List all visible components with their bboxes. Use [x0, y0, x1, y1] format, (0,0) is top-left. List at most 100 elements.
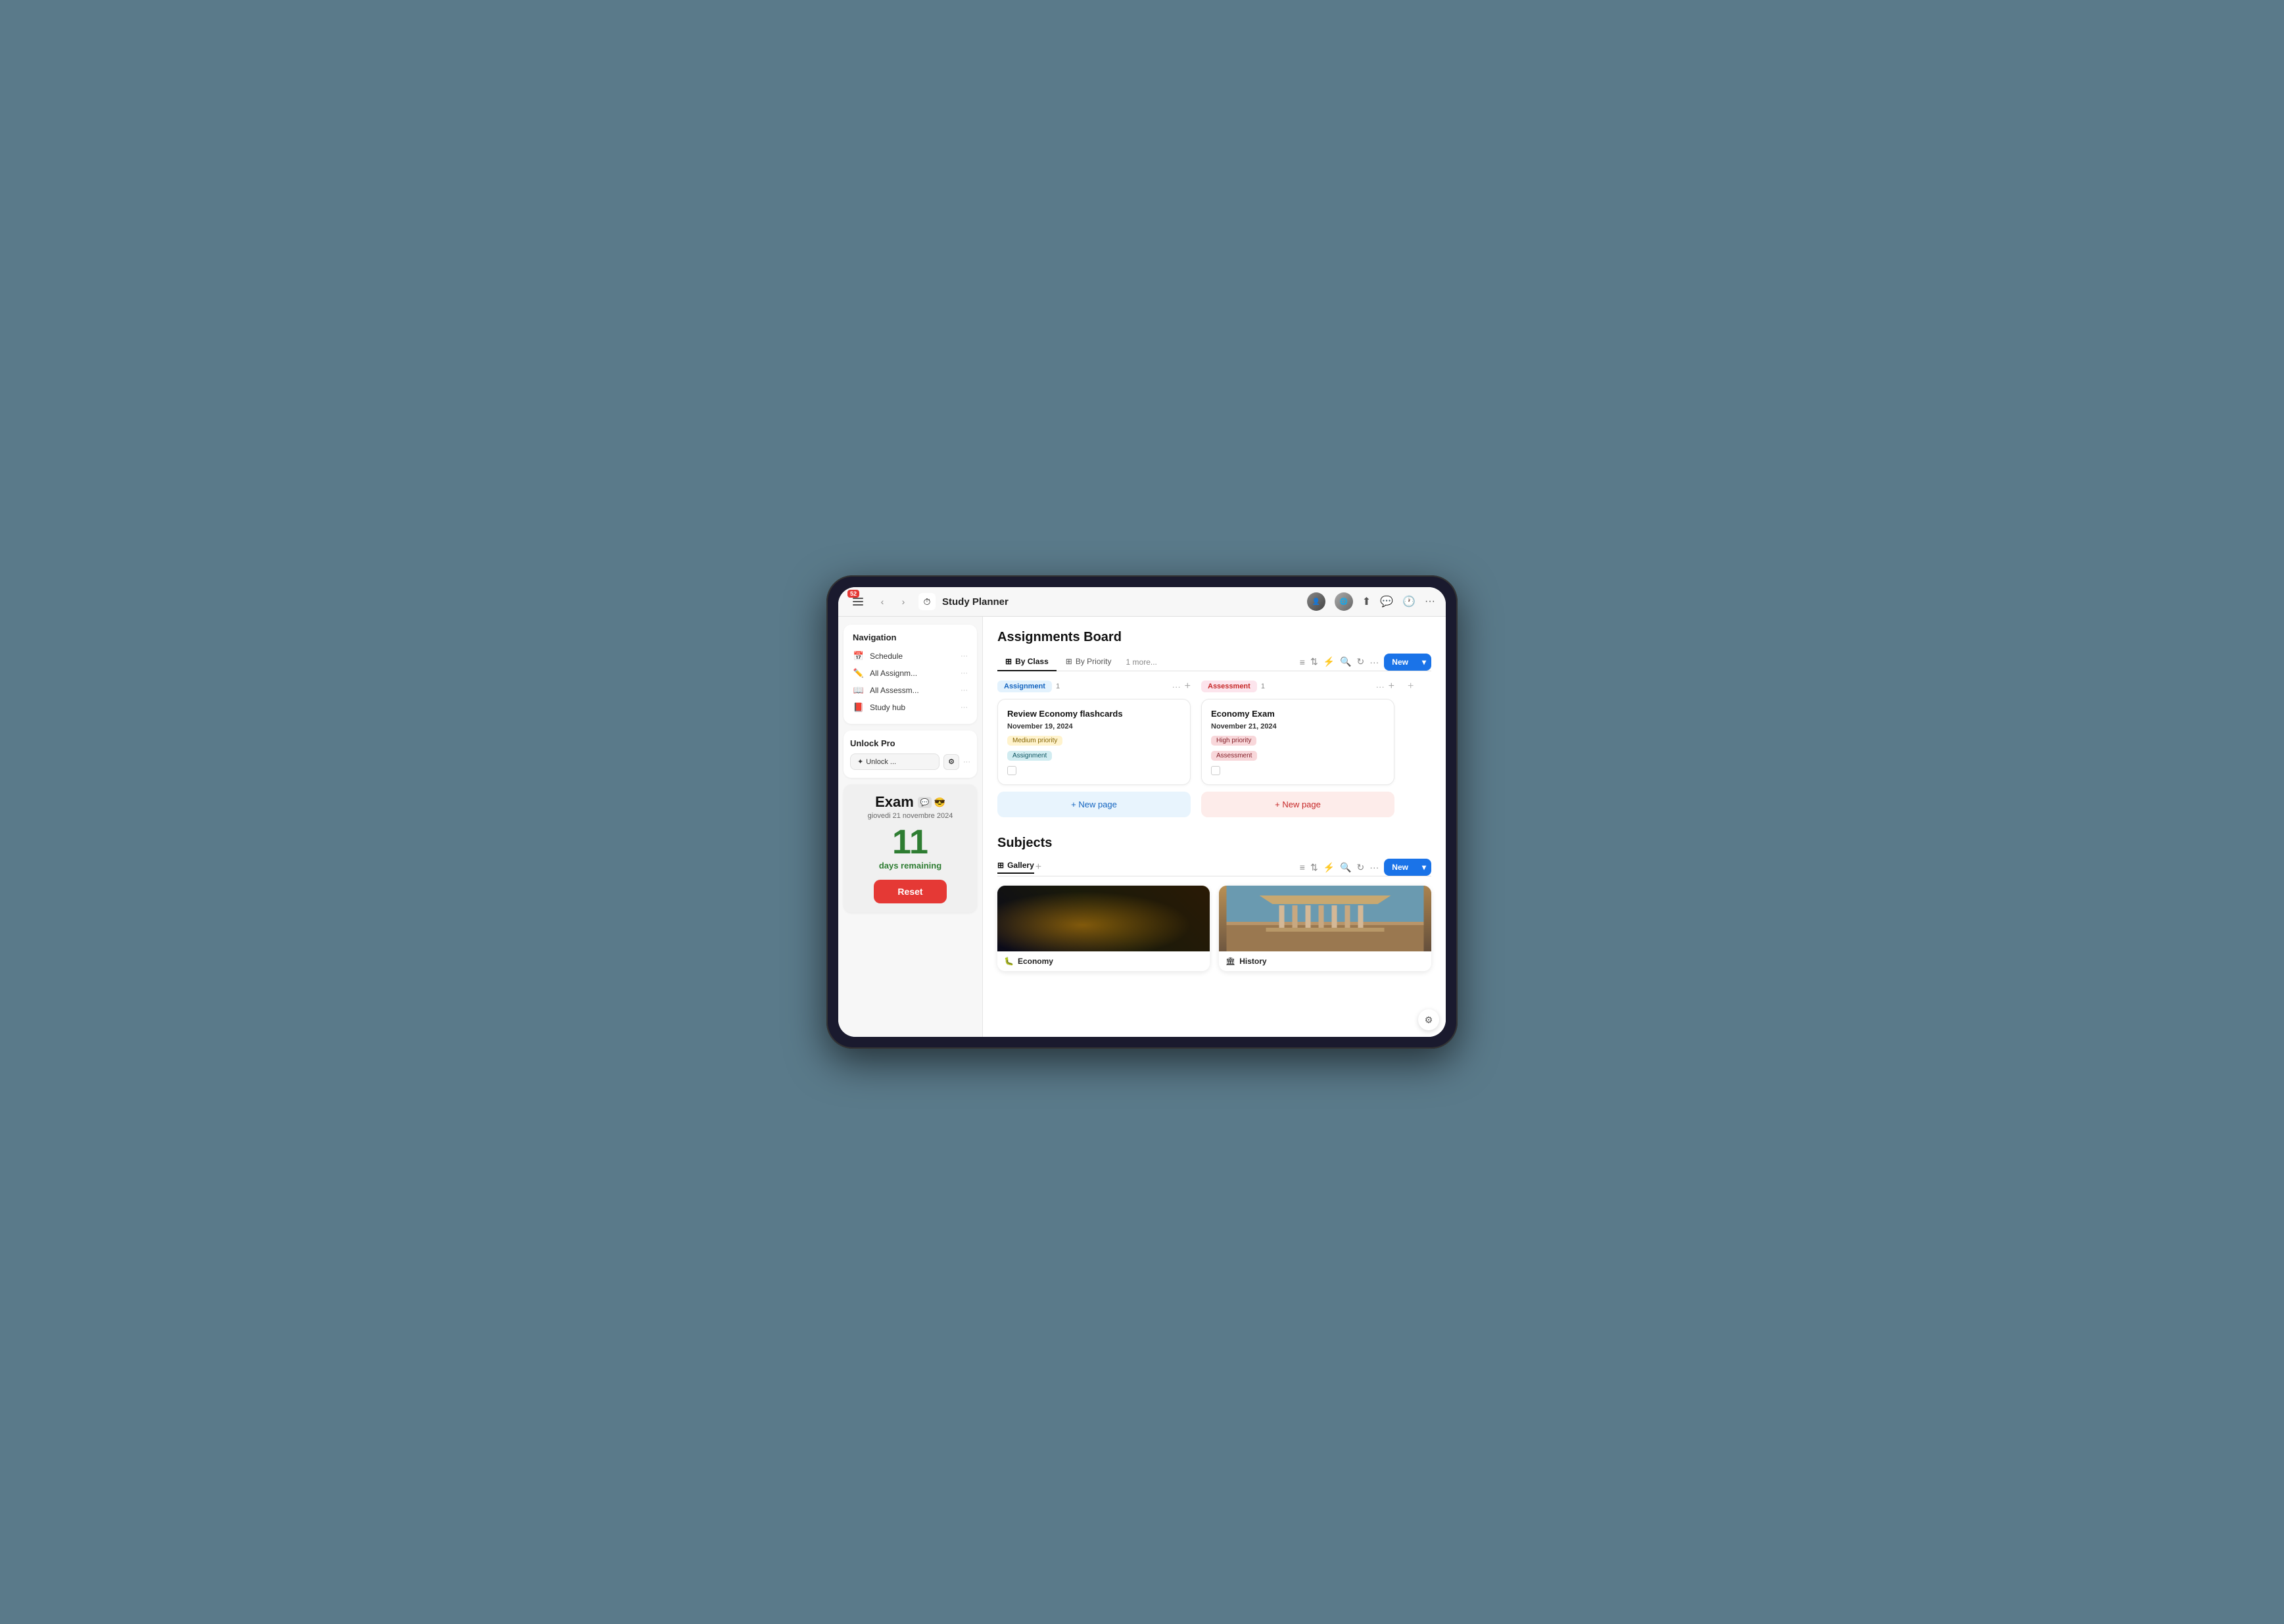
- assignment-icon: ✏️: [853, 668, 865, 679]
- app-icon: ⏱: [918, 593, 936, 610]
- exam-label: days remaining: [850, 861, 970, 871]
- unlock-button[interactable]: ✦ Unlock ...: [850, 753, 940, 770]
- reset-button[interactable]: Reset: [874, 880, 946, 903]
- history-name: History: [1239, 957, 1266, 966]
- sidebar-item-assignments[interactable]: ✏️ All Assignm... ···: [850, 665, 970, 682]
- new-page-button-assessment[interactable]: + New page: [1201, 792, 1394, 817]
- col-add-icon[interactable]: +: [1185, 681, 1191, 692]
- table-icon-2: ⊞: [1066, 657, 1072, 666]
- sidebar-item-studyhub[interactable]: 📕 Study hub ···: [850, 699, 970, 716]
- economy-card-label: 🐛 Economy: [997, 951, 1210, 971]
- subjects-chevron-down-icon[interactable]: ▾: [1417, 859, 1431, 876]
- sort-icon-2[interactable]: ⇅: [1310, 862, 1318, 873]
- nav-item-more-icon[interactable]: ···: [961, 704, 968, 711]
- col-more-icon[interactable]: ···: [1172, 682, 1181, 692]
- card-title: Economy Exam: [1211, 709, 1385, 719]
- comment-icon[interactable]: 💬: [1380, 595, 1393, 608]
- new-button[interactable]: New ▾: [1384, 654, 1431, 671]
- new-page-button-assignment[interactable]: + New page: [997, 792, 1191, 817]
- more-subjects-icon[interactable]: ···: [1369, 862, 1379, 872]
- tab-by-priority[interactable]: ⊞ By Priority: [1058, 653, 1120, 671]
- help-icon: ⚙: [1425, 1015, 1433, 1026]
- nav-item-more-icon[interactable]: ···: [961, 652, 968, 660]
- gallery-add-icon[interactable]: +: [1035, 861, 1041, 873]
- subjects-new-btn-label: New: [1384, 859, 1416, 876]
- exam-widget: Exam 💬 😎 giovedi 21 novembre 2024 11 day…: [844, 784, 977, 913]
- chat-icon: 💬: [918, 797, 932, 808]
- gallery-tab[interactable]: ⊞ Gallery: [997, 861, 1034, 874]
- lightning-icon-2[interactable]: ⚡: [1323, 862, 1335, 873]
- sidebar-item-schedule[interactable]: 📅 Schedule ···: [850, 648, 970, 665]
- sidebar: Navigation 📅 Schedule ··· ✏️ All Assignm…: [838, 617, 983, 1037]
- add-column-icon[interactable]: +: [1408, 681, 1414, 692]
- share-icon[interactable]: ⬆: [1362, 595, 1371, 608]
- assignment-col-header: Assignment 1 ··· +: [997, 681, 1191, 692]
- exam-title: Exam: [875, 794, 914, 811]
- unlock-gear-icon[interactable]: ⚙: [943, 754, 959, 770]
- more-icon[interactable]: ···: [1425, 596, 1435, 608]
- card-date: November 21, 2024: [1211, 723, 1385, 730]
- sidebar-item-label: Study hub: [870, 703, 955, 712]
- exam-icons: 💬 😎: [918, 797, 945, 808]
- back-button[interactable]: ‹: [874, 593, 891, 610]
- exam-count: 11: [850, 825, 970, 859]
- gallery-icon: ⊞: [997, 861, 1004, 870]
- sidebar-item-label: Schedule: [870, 652, 955, 661]
- col-more-icon[interactable]: ···: [1376, 682, 1385, 692]
- card-type-tags: Assessment: [1211, 751, 1385, 761]
- assignments-board-columns: Assignment 1 ··· + Review Economy flashc…: [997, 681, 1431, 817]
- notification-badge: 52: [847, 590, 859, 598]
- sort-icon[interactable]: ⇅: [1310, 656, 1318, 667]
- list-item[interactable]: 🏛 History: [1219, 886, 1431, 971]
- avatar-2[interactable]: 🌐: [1335, 592, 1353, 611]
- forward-button[interactable]: ›: [895, 593, 912, 610]
- tab-by-class[interactable]: ⊞ By Class: [997, 653, 1057, 671]
- device-frame: 52 ‹ › ⏱ Study Planner 👤 🌐 ⬆ 💬 🕐 ···: [826, 575, 1458, 1049]
- schedule-icon: 📅: [853, 651, 865, 661]
- lightning-icon[interactable]: ⚡: [1323, 656, 1335, 667]
- unlock-more-icon[interactable]: ···: [963, 758, 970, 766]
- priority-tag: Medium priority: [1007, 736, 1062, 746]
- subjects-new-button[interactable]: New ▾: [1384, 859, 1431, 876]
- history-image: [1219, 886, 1431, 951]
- nav-item-more-icon[interactable]: ···: [961, 686, 968, 694]
- history-icon: 🏛: [1225, 957, 1235, 966]
- subjects-tab-bar: ⊞ Gallery + ≡ ⇅ ⚡ 🔍 ↻ ···: [997, 859, 1431, 876]
- col-add-icon[interactable]: +: [1389, 681, 1394, 692]
- filter-icon[interactable]: ≡: [1300, 657, 1305, 667]
- more-tab-icon[interactable]: ···: [1369, 657, 1379, 667]
- assignment-column: Assignment 1 ··· + Review Economy flashc…: [997, 681, 1191, 817]
- content-area: Assignments Board ⊞ By Class ⊞ By Priori…: [983, 617, 1446, 1037]
- card-checkbox[interactable]: [1007, 766, 1016, 775]
- filter-icon-2[interactable]: ≡: [1300, 862, 1305, 872]
- unlock-label: Unlock ...: [866, 758, 896, 766]
- economy-icon: 🐛: [1004, 957, 1014, 966]
- list-item[interactable]: 🐛 Economy: [997, 886, 1210, 971]
- menu-button[interactable]: 52: [849, 592, 867, 611]
- avatar[interactable]: 👤: [1307, 592, 1325, 611]
- screen: 52 ‹ › ⏱ Study Planner 👤 🌐 ⬆ 💬 🕐 ···: [838, 587, 1446, 1037]
- card-checkbox[interactable]: [1211, 766, 1220, 775]
- unlock-section: Unlock Pro ✦ Unlock ... ⚙ ···: [844, 730, 977, 778]
- subjects-tab-actions: ≡ ⇅ ⚡ 🔍 ↻ ··· New ▾: [1300, 859, 1431, 876]
- unlock-star-icon: ✦: [857, 757, 863, 766]
- sidebar-item-assessments[interactable]: 📖 All Assessm... ···: [850, 682, 970, 699]
- unlock-btn-row: ✦ Unlock ... ⚙ ···: [850, 753, 970, 770]
- card-date: November 19, 2024: [1007, 723, 1181, 730]
- assessment-column: Assessment 1 ··· + Economy Exam November…: [1201, 681, 1394, 817]
- history-icon[interactable]: 🕐: [1402, 595, 1416, 608]
- search-icon[interactable]: 🔍: [1340, 656, 1351, 667]
- refresh-icon[interactable]: ↻: [1357, 656, 1365, 667]
- emoji-icon: 😎: [934, 797, 945, 808]
- tab-more[interactable]: 1 more...: [1121, 654, 1162, 671]
- assignments-board-title: Assignments Board: [997, 630, 1431, 645]
- empty-col-header: +: [1405, 681, 1431, 692]
- tab-bar: ⊞ By Class ⊞ By Priority 1 more... ≡ ⇅: [997, 653, 1431, 671]
- search-icon-2[interactable]: 🔍: [1340, 862, 1351, 873]
- chevron-down-icon[interactable]: ▾: [1417, 654, 1431, 671]
- help-button[interactable]: ⚙: [1418, 1009, 1439, 1030]
- refresh-icon-2[interactable]: ↻: [1357, 862, 1365, 873]
- nav-item-more-icon[interactable]: ···: [961, 669, 968, 677]
- type-tag: Assessment: [1211, 751, 1257, 761]
- table-icon: ⊞: [1005, 657, 1012, 666]
